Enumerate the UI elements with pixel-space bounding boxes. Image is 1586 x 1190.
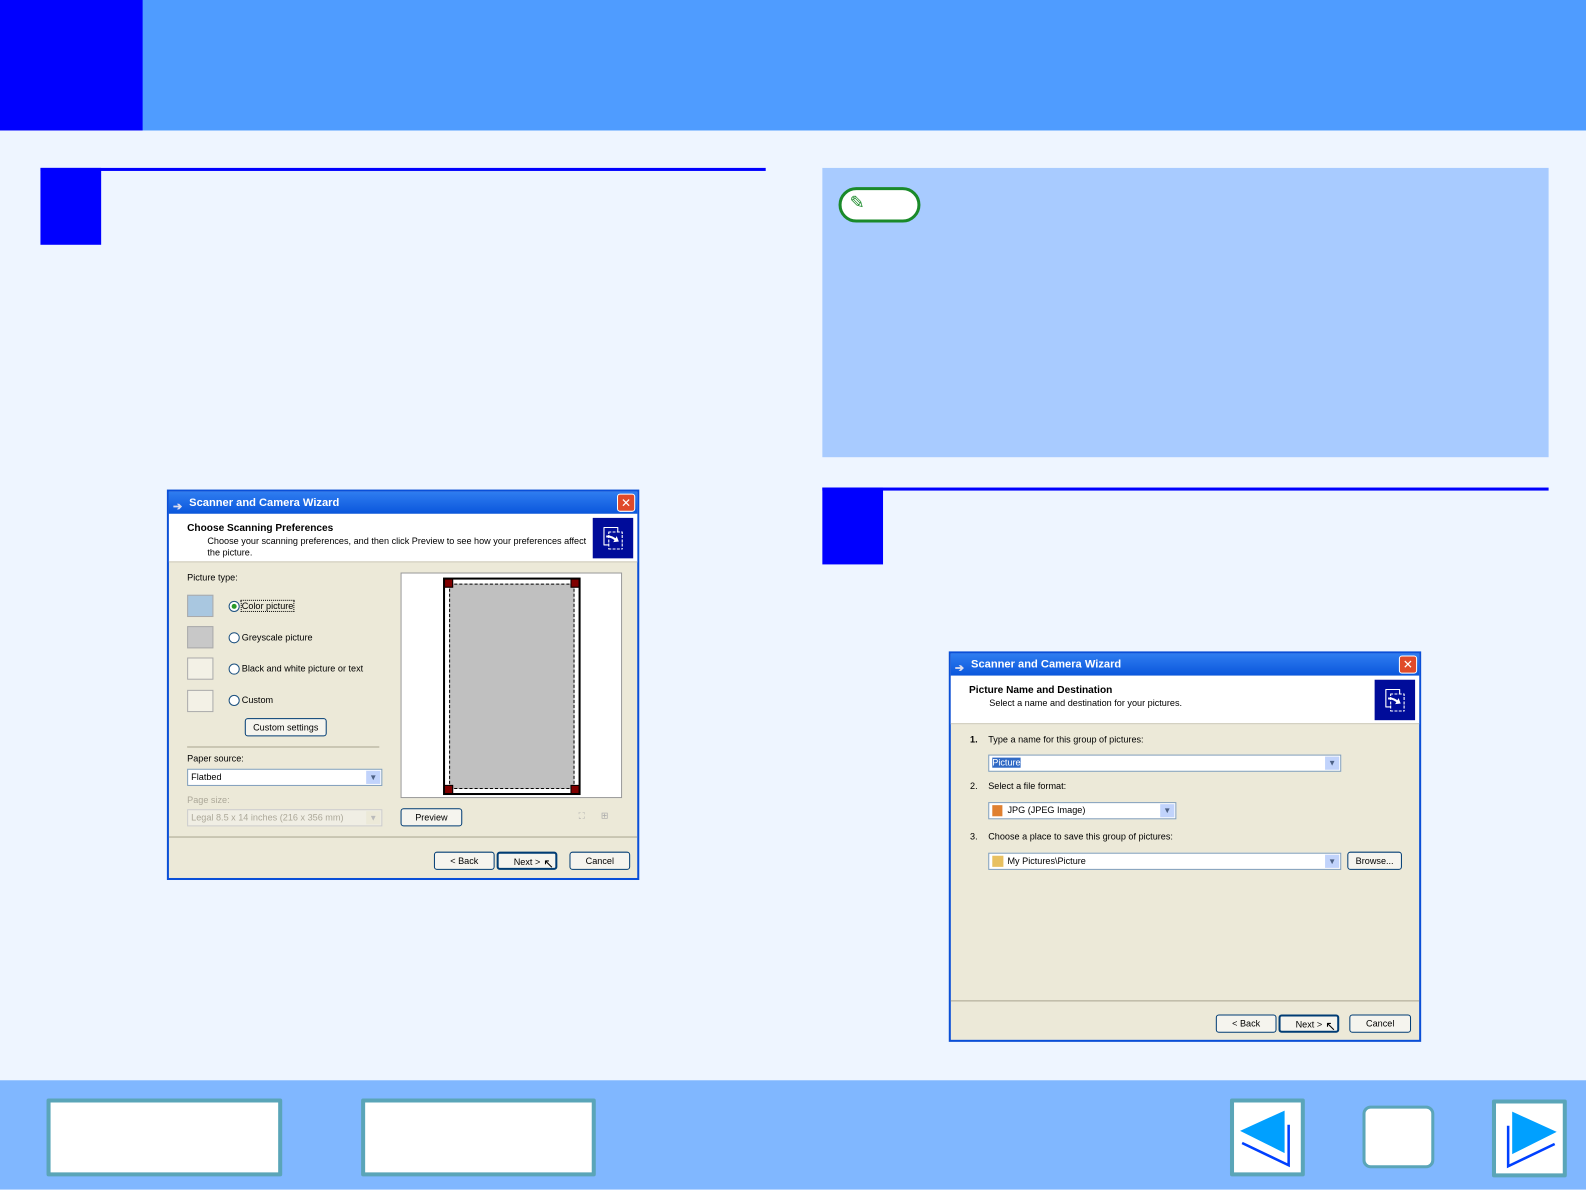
chevron-down-icon: ▼ [1325,854,1340,868]
step-number: 3. [970,831,978,842]
close-button[interactable]: ✕ [617,493,636,512]
option-bw-picture[interactable]: Black and white picture or text [242,664,363,674]
step-rule [822,487,1549,491]
name-value: Picture [992,757,1021,768]
step-number-box [822,487,884,565]
preview-area[interactable] [400,572,623,799]
chevron-down-icon: ▼ [1325,756,1340,770]
dialog-banner: Picture Name and Destination Select a na… [950,675,1420,725]
close-button[interactable]: ✕ [1398,655,1418,674]
preview-button[interactable]: Preview [400,808,463,827]
step-number-box [40,167,102,245]
option-greyscale-picture[interactable]: Greyscale picture [242,632,313,642]
scan-region[interactable] [449,583,575,789]
dialog-title: Scanner and Camera Wizard [971,658,1122,671]
radio-greyscale-picture[interactable] [228,632,240,644]
name-input[interactable]: Picture ▼ [988,754,1342,772]
crop-handle[interactable] [444,578,454,588]
step-number: 1. [970,734,978,745]
chevron-down-icon: ▼ [366,811,381,825]
format-select[interactable]: JPG (JPEG Image) ▼ [988,802,1177,820]
note-panel [822,167,1549,458]
divider [950,1000,1420,1002]
index-button[interactable] [361,1098,596,1177]
page-header [0,0,1586,131]
pencil-icon: ✎ [849,192,865,213]
contents-button[interactable] [46,1098,283,1177]
page-size-value: Legal 8.5 x 14 inches (216 x 356 mm) [191,812,344,823]
crop-handle[interactable] [570,784,580,795]
crop-handle[interactable] [444,784,454,795]
dialog-title-bar: ➔ Scanner and Camera Wizard [950,653,1420,676]
place-select[interactable]: My Pictures\Picture ▼ [988,852,1342,870]
folder-icon [992,855,1004,867]
name-label: Type a name for this group of pictures: [988,734,1144,745]
arrow-left-icon [1240,1110,1290,1168]
divider [187,746,380,748]
dialog-heading: Picture Name and Destination [969,684,1113,696]
paper-source-select[interactable]: Flatbed ▼ [187,768,383,786]
dialog-subheading: Choose your scanning preferences, and th… [207,536,587,558]
note-badge: ✎ [838,187,921,223]
mouse-cursor-icon: ↖ [543,855,555,871]
back-button[interactable]: < Back [1215,1014,1277,1033]
radio-custom[interactable] [228,694,240,707]
greyscale-picture-icon [187,626,214,649]
dialog-title: Scanner and Camera Wizard [189,496,340,509]
jpeg-file-icon [992,805,1003,817]
cancel-button[interactable]: Cancel [1349,1014,1412,1033]
bw-picture-icon [187,657,214,680]
option-color-picture[interactable]: Color picture [240,599,295,612]
dialog-heading: Choose Scanning Preferences [187,522,334,535]
step-number: 2. [970,780,978,791]
arrow-right-icon [1506,1111,1557,1169]
crop-handle[interactable] [570,578,580,588]
next-page-button[interactable] [1491,1099,1567,1178]
place-value: My Pictures\Picture [1007,855,1086,866]
scanner-camera-logo-icon: ⎘ [1374,679,1416,721]
page-size-label: Page size: [187,795,230,806]
chevron-down-icon: ▼ [366,770,381,784]
page-outline [443,577,581,796]
radio-bw-picture[interactable] [228,663,240,675]
fit-page-icon[interactable]: ⊞ [601,810,609,821]
divider [168,836,638,838]
paper-source-value: Flatbed [191,771,222,782]
cancel-button[interactable]: Cancel [569,851,631,870]
step-rule [40,167,766,171]
custom-settings-button[interactable]: Custom settings [244,718,327,737]
dialog-subheading: Select a name and destination for your p… [989,697,1183,709]
page-size-select: Legal 8.5 x 14 inches (216 x 356 mm) ▼ [187,809,383,827]
place-label: Choose a place to save this group of pic… [988,831,1173,842]
scanner-camera-logo-icon: ⎘ [592,517,634,559]
color-picture-icon [187,594,214,618]
format-value: JPG (JPEG Image) [1007,805,1086,816]
option-custom[interactable]: Custom [242,695,273,705]
custom-icon [187,689,214,713]
scanning-preferences-dialog: ➔ Scanner and Camera Wizard ✕ Choose Scan… [166,489,640,881]
zoom-selection-icon[interactable]: ⛶ [579,810,585,821]
radio-color-picture[interactable] [228,600,240,612]
dialog-title-bar: ➔ Scanner and Camera Wizard [168,491,638,514]
chapter-block [0,0,143,131]
mouse-cursor-icon: ↖ [1325,1018,1337,1034]
browse-button[interactable]: Browse... [1347,851,1402,870]
back-button[interactable]: < Back [433,851,495,870]
dialog-banner: Choose Scanning Preferences Choose your … [168,513,638,563]
paper-source-label: Paper source: [187,753,244,764]
picture-type-label: Picture type: [187,572,238,583]
picture-name-dialog: ➔ Scanner and Camera Wizard ✕ Picture Nam… [948,651,1422,1042]
chevron-down-icon: ▼ [1160,804,1175,818]
home-button[interactable] [1362,1105,1435,1169]
format-label: Select a file format: [988,780,1067,791]
previous-page-button[interactable] [1229,1098,1305,1177]
